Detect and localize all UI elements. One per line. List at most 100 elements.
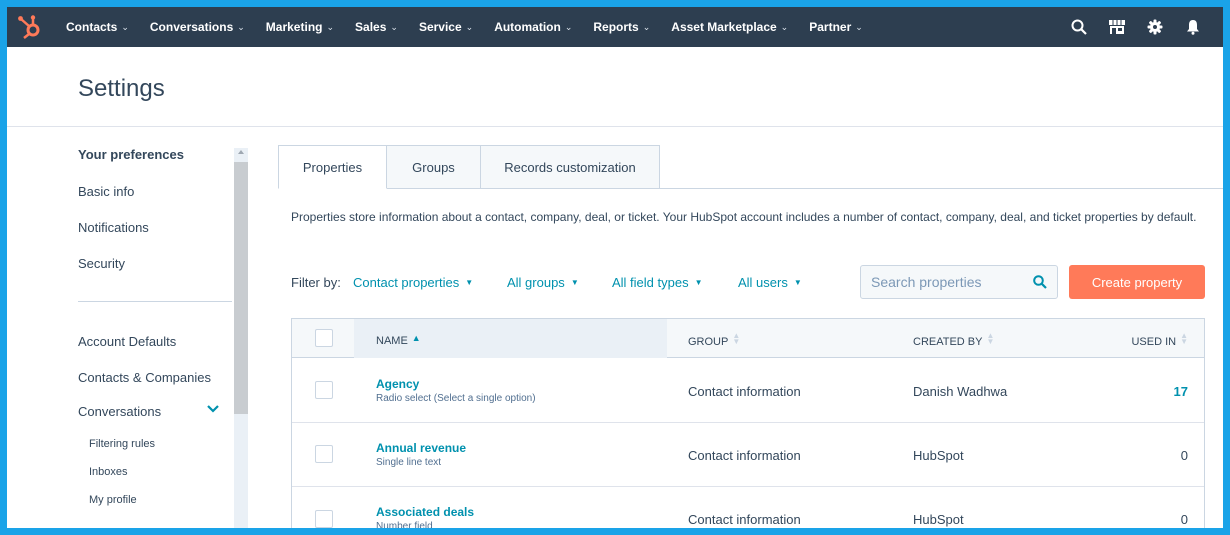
chevron-down-icon: ⌄ [390, 21, 398, 32]
property-created-by: HubSpot [913, 448, 964, 463]
header-label: GROUP [688, 336, 729, 348]
sidebar-subitem-inboxes[interactable]: Inboxes [89, 466, 128, 478]
tab-properties[interactable]: Properties [278, 145, 387, 189]
table-row: Associated deals Number field Contact in… [292, 487, 1204, 528]
chevron-down-icon: ⌄ [855, 21, 863, 32]
nav-contacts[interactable]: Contacts ⌄ [66, 20, 129, 34]
filter-value: All groups [507, 275, 565, 290]
gear-icon[interactable] [1145, 17, 1165, 37]
main-menu: Contacts ⌄ Conversations ⌄ Marketing ⌄ Sale… [66, 7, 884, 47]
search-icon[interactable] [1069, 17, 1089, 37]
filter-label: Filter by: [291, 275, 341, 290]
property-name-link[interactable]: Agency [376, 377, 419, 391]
nav-asset-marketplace[interactable]: Asset Marketplace ⌄ [671, 20, 788, 34]
properties-tabs: Properties Groups Records customization [278, 145, 660, 189]
row-checkbox[interactable] [315, 445, 333, 463]
hubspot-logo[interactable] [17, 14, 43, 40]
column-header-group[interactable]: GROUP▲ ▼ [688, 331, 741, 349]
sidebar-section-your-preferences[interactable]: Your preferences [78, 147, 184, 162]
tab-groups[interactable]: Groups [387, 145, 481, 189]
scroll-up-arrow-icon[interactable] [238, 150, 244, 154]
chevron-down-icon: ⌄ [326, 21, 335, 32]
nav-marketing[interactable]: Marketing ⌄ [266, 20, 334, 34]
properties-table: NAME ▲ GROUP▲ ▼ CREATED BY▲ ▼ USED IN▲ ▼ Age… [291, 318, 1205, 528]
caret-down-icon: ▼ [465, 278, 474, 287]
sidebar-scroll-thumb[interactable] [234, 162, 248, 414]
property-used-in: 0 [1180, 512, 1188, 527]
caret-down-icon: ▼ [793, 278, 802, 287]
nav-reports[interactable]: Reports ⌄ [593, 20, 650, 34]
header-label: USED IN [1131, 336, 1177, 348]
nav-label: Automation [494, 20, 561, 34]
property-name-link[interactable]: Annual revenue [376, 441, 466, 455]
property-type: Number field [376, 521, 433, 528]
properties-description: Properties store information about a con… [291, 210, 1197, 224]
property-type: Single line text [376, 457, 442, 468]
search-properties-box [860, 265, 1058, 299]
chevron-down-icon: ⌄ [642, 21, 651, 32]
sidebar-item-contacts-companies[interactable]: Contacts & Companies [78, 370, 211, 385]
row-checkbox[interactable] [315, 381, 333, 399]
bell-icon[interactable] [1183, 17, 1203, 37]
sort-icon: ▲ ▼ [986, 331, 995, 346]
sidebar-item-security[interactable]: Security [78, 256, 125, 271]
search-input[interactable] [862, 267, 1022, 297]
nav-label: Sales [355, 20, 387, 34]
sort-icon: ▲ ▼ [1180, 331, 1188, 346]
app-window: Contacts ⌄ Conversations ⌄ Marketing ⌄ Sale… [7, 7, 1223, 528]
chevron-down-icon[interactable] [206, 404, 220, 414]
create-property-button[interactable]: Create property [1069, 265, 1205, 299]
row-checkbox[interactable] [315, 510, 333, 528]
sort-icon: ▲ ▼ [732, 331, 741, 346]
nav-conversations[interactable]: Conversations ⌄ [150, 20, 245, 34]
column-header-used-in[interactable]: USED IN▲ ▼ [1131, 331, 1188, 349]
nav-automation[interactable]: Automation ⌄ [494, 20, 572, 34]
search-icon[interactable] [1033, 275, 1047, 289]
caret-down-icon: ▼ [570, 278, 579, 287]
chevron-down-icon: ⌄ [780, 21, 789, 32]
nav-label: Partner [809, 20, 852, 34]
nav-label: Service [418, 20, 462, 34]
chevron-down-icon: ⌄ [465, 21, 474, 32]
column-header-name[interactable]: NAME ▲ [376, 333, 421, 347]
nav-sales[interactable]: Sales ⌄ [355, 20, 398, 34]
nav-label: Reports [593, 20, 639, 34]
sidebar-item-notifications[interactable]: Notifications [78, 220, 149, 235]
sort-ascending-icon: ▲ [411, 333, 421, 343]
filter-value: All users [738, 275, 788, 290]
property-group: Contact information [688, 512, 801, 527]
nav-service[interactable]: Service ⌄ [419, 20, 473, 34]
filter-value: Contact properties [353, 275, 460, 290]
header-label: CREATED BY [913, 336, 983, 348]
sidebar-item-basic-info[interactable]: Basic info [78, 184, 134, 199]
filter-field-types-dropdown[interactable]: All field types ▼ [612, 275, 703, 290]
property-used-in: 0 [1180, 448, 1188, 463]
chevron-down-icon: ⌄ [121, 21, 129, 32]
nav-label: Conversations [149, 20, 234, 34]
caret-down-icon: ▼ [694, 278, 703, 287]
header-label: NAME [376, 335, 408, 347]
chevron-down-icon: ⌄ [564, 21, 573, 32]
property-name-link[interactable]: Associated deals [376, 505, 474, 519]
property-group: Contact information [688, 448, 801, 463]
nav-partner[interactable]: Partner ⌄ [809, 20, 863, 34]
sidebar-divider [78, 301, 232, 302]
sidebar-subitem-my-profile[interactable]: My profile [89, 494, 137, 506]
filter-groups-dropdown[interactable]: All groups ▼ [507, 275, 579, 290]
filter-object-dropdown[interactable]: Contact properties ▼ [353, 275, 473, 290]
tab-underline [660, 188, 1223, 189]
sidebar-subitem-filtering-rules[interactable]: Filtering rules [89, 438, 155, 450]
table-row: Agency Radio select (Select a single opt… [292, 359, 1204, 423]
property-created-by: HubSpot [913, 512, 964, 527]
tab-records-customization[interactable]: Records customization [481, 145, 660, 189]
select-all-checkbox[interactable] [315, 329, 333, 347]
chevron-down-icon: ⌄ [237, 21, 245, 32]
marketplace-icon[interactable] [1107, 17, 1127, 37]
filter-value: All field types [612, 275, 689, 290]
property-type: Radio select (Select a single option) [376, 393, 536, 404]
filter-users-dropdown[interactable]: All users ▼ [738, 275, 802, 290]
property-used-in[interactable]: 17 [1174, 384, 1188, 399]
column-header-created-by[interactable]: CREATED BY▲ ▼ [913, 331, 995, 349]
sidebar-item-conversations[interactable]: Conversations [78, 404, 161, 419]
sidebar-item-account-defaults[interactable]: Account Defaults [78, 334, 176, 349]
